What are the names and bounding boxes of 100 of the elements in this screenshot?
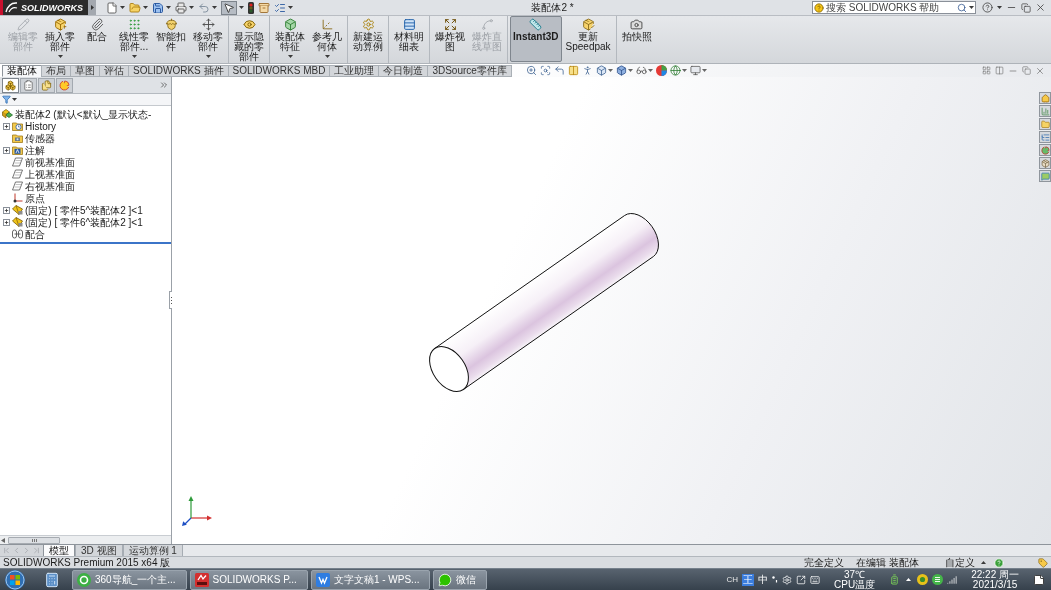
help-icon[interactable] xyxy=(982,2,993,13)
tree-item[interactable]: 装配体2 (默认<默认_显示状态- xyxy=(2,108,152,120)
panel-tab[interactable] xyxy=(38,77,55,93)
clock-date[interactable]: 2021/3/15 xyxy=(972,579,1018,590)
command-button[interactable]: 拍快照 xyxy=(618,16,655,62)
panel-tab[interactable] xyxy=(20,77,37,93)
caret-icon[interactable] xyxy=(647,69,653,72)
command-button[interactable]: 显示隐藏的零部件 xyxy=(231,16,267,64)
restore-icon[interactable] xyxy=(1021,2,1031,13)
status-circle-icon[interactable] xyxy=(917,574,929,585)
command-button[interactable]: 参考几何体 xyxy=(309,16,345,62)
signal-bars-icon[interactable] xyxy=(947,574,958,585)
caret-icon[interactable] xyxy=(120,6,125,9)
tree-item[interactable]: 右视基准面 xyxy=(12,180,75,192)
corner-arrow-icon[interactable] xyxy=(553,65,565,76)
caret-icon[interactable] xyxy=(239,6,244,9)
ribbon-tab[interactable]: 3DSource零件库 xyxy=(427,65,512,77)
caret-icon[interactable] xyxy=(189,6,194,9)
expand-plus-icon[interactable] xyxy=(3,146,10,154)
caret-icon[interactable] xyxy=(997,6,1002,9)
taskbar-button[interactable]: 360导航_一个主... xyxy=(72,569,187,590)
grid-icon[interactable] xyxy=(982,66,991,75)
caret-up-icon[interactable] xyxy=(906,578,912,581)
clock-time[interactable]: 22:22 周一 xyxy=(971,569,1019,580)
caret-icon[interactable] xyxy=(288,6,293,9)
start-orb-icon[interactable] xyxy=(5,569,25,590)
taskbar-button[interactable]: 微信 xyxy=(433,569,488,590)
traffic-light-icon[interactable] xyxy=(248,1,254,14)
shaded-cube-icon[interactable] xyxy=(615,65,627,76)
split-view-icon[interactable] xyxy=(995,66,1004,75)
caret-icon[interactable] xyxy=(607,69,613,72)
task-pane-tab[interactable] xyxy=(1039,170,1051,182)
caret-up-icon[interactable] xyxy=(981,561,986,564)
command-button[interactable]: 智能扣件 xyxy=(153,16,189,62)
ime-badge[interactable]: 王 xyxy=(742,573,755,586)
tree-item[interactable]: 前视基准面 xyxy=(12,156,75,168)
command-button[interactable]: 更新Speedpak xyxy=(562,16,614,62)
glasses-icon[interactable] xyxy=(635,65,647,76)
task-pane-tab[interactable] xyxy=(1039,105,1051,117)
command-button[interactable]: 移动零部件 xyxy=(190,16,226,62)
ime-mode-toggle[interactable]: 中 xyxy=(758,574,769,585)
expand-plus-icon[interactable] xyxy=(3,218,10,226)
tree-item[interactable]: (固定) [ 零件6^装配体2 ]<1 xyxy=(12,216,143,228)
search-icon[interactable] xyxy=(957,2,967,13)
command-button[interactable]: 爆炸视图 xyxy=(432,16,468,62)
caret-icon[interactable] xyxy=(212,6,217,9)
ribbon-tab[interactable]: 今日制造 xyxy=(378,65,429,77)
caret-icon[interactable] xyxy=(969,6,974,9)
calculator-icon[interactable] xyxy=(44,571,60,588)
filter-field[interactable] xyxy=(0,94,171,106)
caret-icon[interactable] xyxy=(701,69,707,72)
tree-item[interactable]: 上视基准面 xyxy=(12,168,75,180)
ribbon-tab[interactable]: 评估 xyxy=(99,65,129,77)
tree-item[interactable]: 传感器 xyxy=(12,132,55,144)
ribbon-tab[interactable]: SOLIDWORKS 插件 xyxy=(128,65,229,77)
menu-arrow-button[interactable] xyxy=(88,0,96,15)
ribbon-tab[interactable]: 草图 xyxy=(70,65,100,77)
task-pane-tab[interactable] xyxy=(1039,92,1051,104)
keyboard-icon[interactable] xyxy=(810,574,821,585)
task-pane-tab[interactable] xyxy=(1039,144,1051,156)
task-pane-tab[interactable] xyxy=(1039,157,1051,169)
ribbon-tab[interactable]: 装配体 xyxy=(2,65,42,77)
globe-icon[interactable] xyxy=(669,65,681,76)
gear-icon[interactable] xyxy=(782,574,793,585)
battery-icon[interactable] xyxy=(889,574,901,585)
tree-item[interactable]: 原点 xyxy=(12,192,45,204)
caret-icon[interactable] xyxy=(681,69,687,72)
toolbar-toggle-button[interactable] xyxy=(221,0,237,15)
checklist-icon[interactable] xyxy=(274,1,286,14)
expand-plus-icon[interactable] xyxy=(3,122,10,130)
columns-icon[interactable] xyxy=(567,65,579,76)
task-pane-tab[interactable] xyxy=(1039,131,1051,143)
command-button[interactable]: 线性零部件... xyxy=(116,16,152,62)
command-button[interactable]: 插入零部件 xyxy=(42,16,78,62)
color-ball-icon[interactable] xyxy=(655,65,667,76)
language-indicator[interactable]: CH xyxy=(726,575,739,584)
note-icon[interactable] xyxy=(1033,573,1045,586)
caret-icon[interactable] xyxy=(166,6,171,9)
ribbon-tab[interactable]: 工业助理 xyxy=(329,65,380,77)
ribbon-tab[interactable]: SOLIDWORKS MBD xyxy=(227,65,331,77)
task-pane-tab[interactable] xyxy=(1039,118,1051,130)
zoom-area-icon[interactable] xyxy=(539,65,551,76)
caret-icon[interactable] xyxy=(627,69,633,72)
close-icon[interactable] xyxy=(1035,65,1045,76)
command-button[interactable]: 装配体特征 xyxy=(272,16,308,62)
ribbon-tab[interactable]: 布局 xyxy=(41,65,71,77)
tree-item[interactable]: History xyxy=(12,120,57,132)
punctuation-mode-icon[interactable] xyxy=(772,576,779,583)
arrow-left-icon[interactable] xyxy=(1,537,5,543)
caret-icon[interactable] xyxy=(143,6,148,9)
tag-icon[interactable] xyxy=(1038,557,1048,568)
taskbar-button[interactable]: 文字文稿1 - WPS... xyxy=(310,569,431,590)
person-icon[interactable] xyxy=(581,65,593,76)
expand-plus-icon[interactable] xyxy=(3,206,10,214)
status-circle-icon[interactable] xyxy=(932,574,944,585)
search-field[interactable]: 搜索 SOLIDWORKS 帮助 xyxy=(812,1,976,14)
panel-tab[interactable] xyxy=(2,77,19,93)
command-button[interactable]: Instant3D xyxy=(510,16,562,62)
tree-item[interactable]: (固定) [ 零件5^装配体2 ]<1 xyxy=(12,204,143,216)
tree-item[interactable]: 注解 xyxy=(12,144,45,156)
